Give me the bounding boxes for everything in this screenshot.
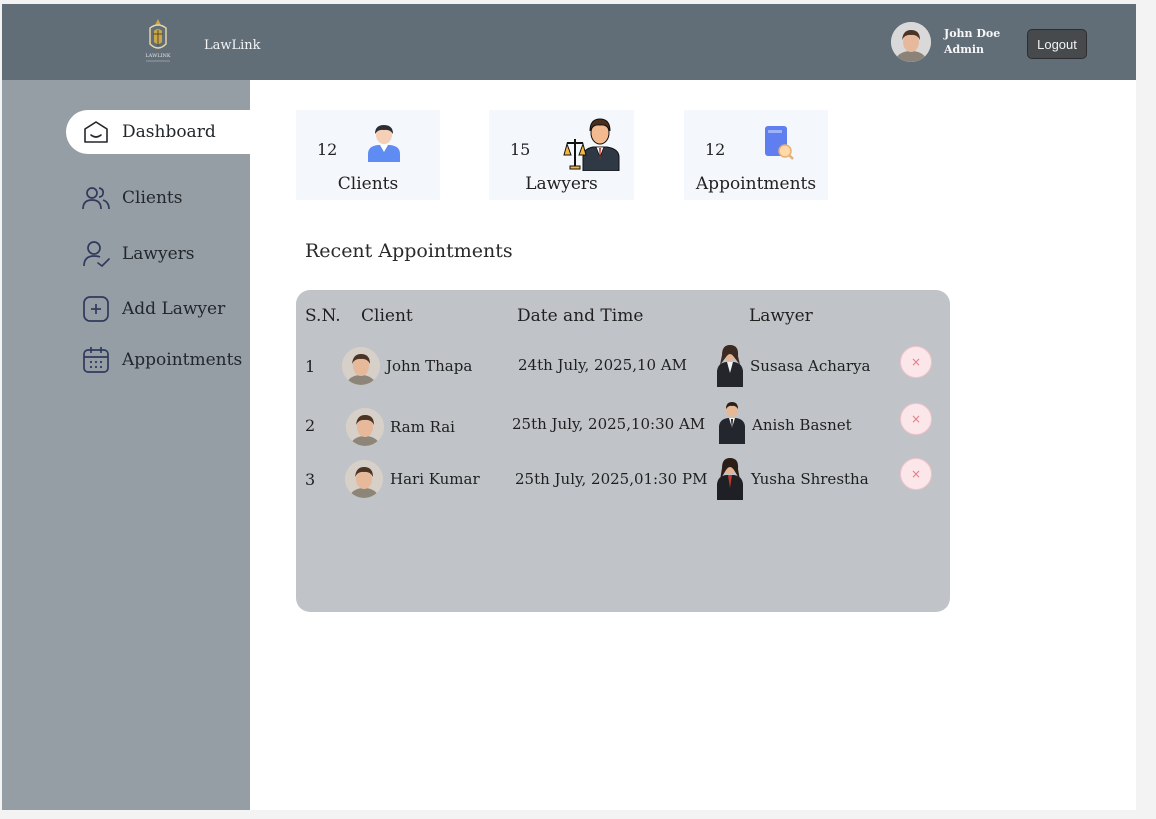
delete-appointment-button[interactable]: ×: [900, 458, 932, 490]
close-icon: ×: [910, 412, 922, 426]
appointment-book-icon: [765, 126, 794, 160]
appointments-table: S.N. Client Date and Time Lawyer 1 John …: [296, 290, 950, 612]
client-name: Ram Rai: [390, 418, 455, 436]
column-header-lawyer: Lawyer: [749, 306, 813, 326]
app-window: LAWLINK LawLink John Doe Admin Logout Da…: [2, 4, 1136, 810]
stat-card-appointments[interactable]: 12 Appointments: [684, 110, 828, 200]
sidebar-item-appointments[interactable]: Appointments: [66, 338, 250, 382]
plus-square-icon: [80, 293, 112, 325]
home-icon: [80, 116, 112, 148]
sidebar-item-add-lawyer[interactable]: Add Lawyer: [66, 287, 250, 331]
client-icon: [368, 125, 400, 162]
appointment-datetime: 25th July, 2025,01:30 PM: [515, 470, 708, 488]
sidebar: Dashboard Clients Lawyers Add Lawyer App…: [2, 80, 250, 810]
brand-name: LawLink: [204, 38, 261, 53]
sidebar-item-label: Lawyers: [122, 244, 195, 264]
users-icon: [80, 182, 112, 214]
lawyer-avatar: [714, 456, 746, 500]
logout-button[interactable]: Logout: [1027, 29, 1087, 59]
stat-card-lawyers[interactable]: 15 Lawyers: [489, 110, 634, 200]
lawyer-scales-icon: [563, 118, 620, 171]
delete-appointment-button[interactable]: ×: [900, 403, 932, 435]
column-header-datetime: Date and Time: [517, 306, 644, 326]
lawyer-avatar: [716, 400, 748, 444]
stat-count: 12: [317, 140, 338, 159]
stat-count: 12: [705, 140, 726, 159]
appointment-datetime: 24th July, 2025,10 AM: [518, 356, 688, 374]
top-header: LAWLINK LawLink John Doe Admin Logout: [2, 4, 1136, 80]
sidebar-item-clients[interactable]: Clients: [66, 176, 250, 220]
sidebar-item-lawyers[interactable]: Lawyers: [66, 232, 250, 276]
close-icon: ×: [910, 355, 922, 369]
appointment-datetime: 25th July, 2025,10:30 AM: [512, 415, 706, 433]
client-avatar: [345, 460, 383, 498]
row-sn: 3: [305, 470, 316, 489]
lawyer-name: Susasa Acharya: [750, 357, 871, 375]
recent-appointments-title: Recent Appointments: [305, 240, 513, 262]
column-header-sn: S.N.: [305, 306, 341, 326]
user-check-icon: [80, 238, 112, 270]
logo-text: LAWLINK: [145, 53, 171, 59]
stat-card-clients[interactable]: 12 Clients: [296, 110, 440, 200]
stat-label: Lawyers: [525, 174, 598, 194]
user-avatar[interactable]: [891, 22, 931, 62]
sidebar-item-label: Clients: [122, 188, 183, 208]
lawyer-name: Anish Basnet: [752, 416, 852, 434]
column-header-client: Client: [361, 306, 413, 326]
lawlink-logo[interactable]: LAWLINK: [140, 16, 176, 66]
row-sn: 1: [305, 357, 316, 376]
stat-count: 15: [510, 140, 531, 159]
client-avatar: [342, 347, 380, 385]
client-name: Hari Kumar: [390, 470, 480, 488]
user-name: John Doe: [944, 27, 1001, 40]
sidebar-item-dashboard[interactable]: Dashboard: [66, 110, 250, 154]
stat-label: Clients: [337, 174, 399, 194]
sidebar-item-label: Add Lawyer: [122, 299, 226, 319]
delete-appointment-button[interactable]: ×: [900, 346, 932, 378]
sidebar-item-label: Appointments: [122, 350, 243, 370]
row-sn: 2: [305, 416, 316, 435]
close-icon: ×: [910, 467, 922, 481]
client-avatar: [346, 408, 384, 446]
calendar-icon: [80, 344, 112, 376]
lawyer-name: Yusha Shrestha: [751, 470, 869, 488]
user-role: Admin: [944, 43, 985, 56]
lawyer-avatar: [714, 343, 746, 387]
sidebar-item-label: Dashboard: [122, 122, 216, 142]
stat-label: Appointments: [695, 174, 817, 194]
client-name: John Thapa: [386, 357, 473, 375]
